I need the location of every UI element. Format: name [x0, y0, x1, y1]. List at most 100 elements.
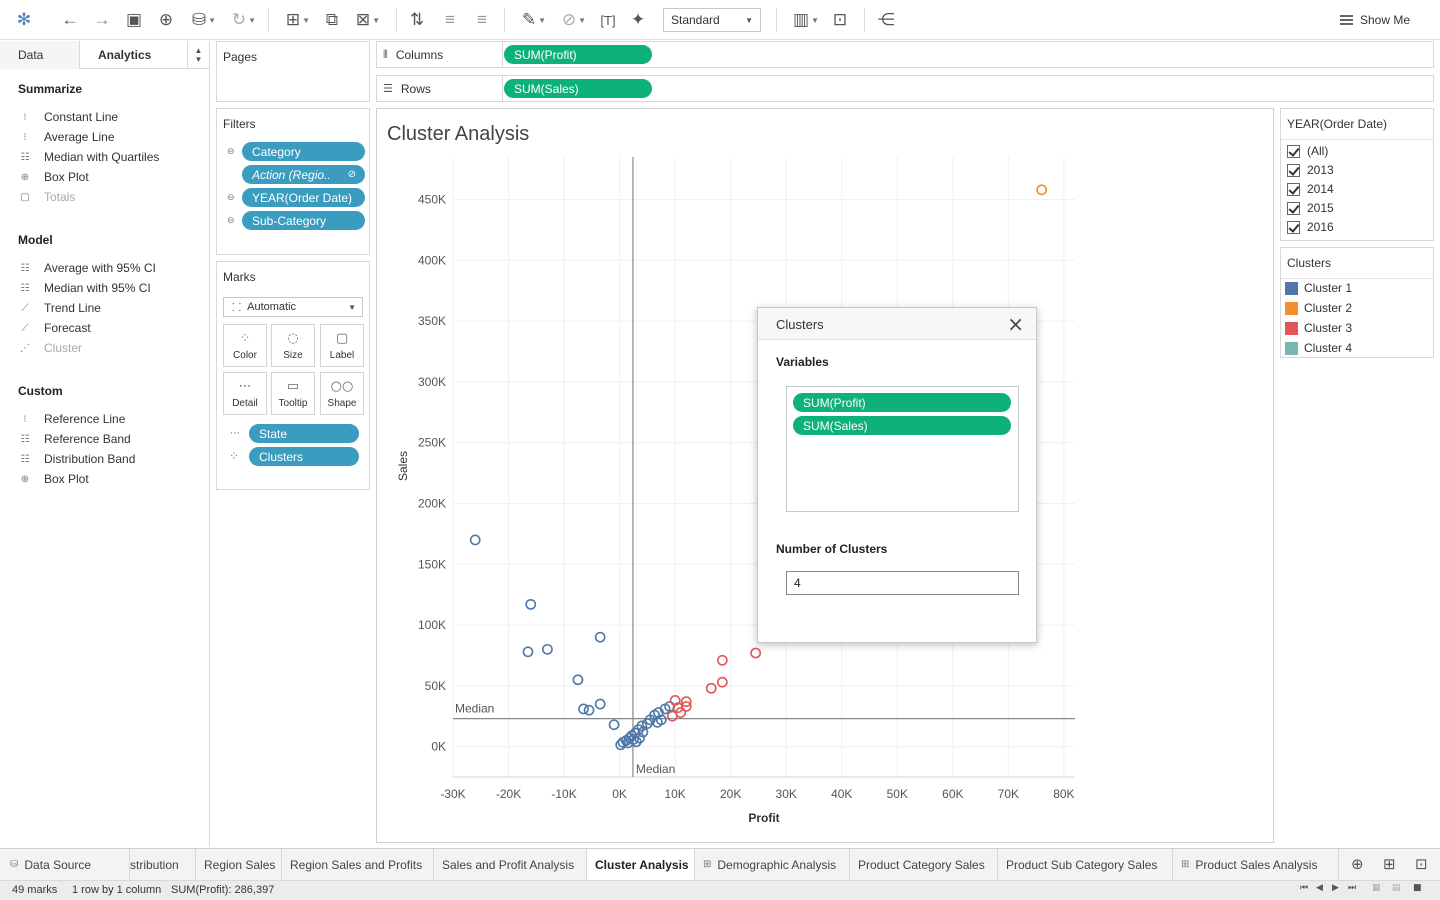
analytics-item[interactable]: ☷ Median with Quartiles — [18, 149, 160, 165]
analytics-item[interactable]: ⊕ Box Plot — [18, 169, 89, 185]
filter-pill-action[interactable]: Action (Regio.. ⊘ — [242, 165, 365, 184]
next-sheet-icon[interactable]: ▶ — [1332, 883, 1339, 893]
scatter-point[interactable] — [1036, 184, 1048, 196]
tooltip-button[interactable]: ▭ Tooltip — [271, 372, 315, 415]
share-icon[interactable]: ⋲ — [874, 8, 898, 32]
highlight-icon[interactable]: ✎ ▼ — [516, 8, 552, 32]
pause-updates-icon[interactable]: ⛁ ▼ — [186, 8, 222, 32]
analytics-item[interactable]: ⟋ Trend Line — [18, 300, 101, 316]
analytics-item[interactable]: ⁝ Reference Line — [18, 411, 125, 427]
new-dashboard-icon[interactable]: ⊞ — [1383, 855, 1396, 873]
scatter-point[interactable] — [522, 646, 534, 658]
shape-button[interactable]: ○○ Shape — [320, 372, 364, 415]
filmstrip-icon[interactable]: ▤ — [1392, 883, 1401, 893]
tableau-logo-icon[interactable]: ✻ — [12, 8, 36, 32]
variable-pill-profit[interactable]: SUM(Profit) — [793, 393, 1011, 412]
tab-demographic-analysis[interactable]: ⊞ Demographic Analysis — [695, 849, 850, 880]
analytics-item[interactable]: ⟋ Forecast — [18, 320, 91, 336]
analytics-item[interactable]: ⁝ Constant Line — [18, 109, 118, 125]
scatter-point[interactable] — [608, 719, 620, 731]
prev-sheet-icon[interactable]: ◀ — [1316, 883, 1323, 893]
pages-card[interactable]: Pages — [216, 41, 370, 102]
tab-region-sales[interactable]: Region Sales — [196, 849, 282, 880]
new-datasource-icon[interactable]: ⊕ — [154, 8, 178, 32]
detail-button[interactable]: ⋯ Detail — [223, 372, 267, 415]
group-icon[interactable]: ⊘ ▼ — [556, 8, 592, 32]
scatter-point[interactable] — [750, 647, 762, 659]
scatter-point[interactable] — [583, 704, 595, 716]
tab-region-sales-profits[interactable]: Region Sales and Profits — [282, 849, 434, 880]
new-worksheet-icon[interactable]: ⊕ — [1351, 855, 1364, 873]
tab-distribution[interactable]: stribution — [130, 849, 196, 880]
redo-icon[interactable]: → — [90, 8, 114, 32]
rows-shelf[interactable]: ☰ Rows SUM(Sales) — [376, 75, 1434, 102]
filter-pill-subcategory[interactable]: Sub-Category — [242, 211, 365, 230]
columns-shelf[interactable]: ⦀ Columns SUM(Profit) — [376, 41, 1434, 68]
year-checkbox-row[interactable]: (All) — [1287, 143, 1328, 159]
year-checkbox-row[interactable]: 2016 — [1287, 219, 1334, 235]
show-me-button[interactable]: Show Me — [1340, 10, 1410, 30]
analytics-item[interactable]: ⁝ Average Line — [18, 129, 114, 145]
scatter-point[interactable] — [594, 698, 606, 710]
analytics-item[interactable]: ☷ Distribution Band — [18, 451, 136, 467]
cluster-legend-item[interactable]: Cluster 3 — [1285, 320, 1352, 336]
filter-pill-year[interactable]: YEAR(Order Date) — [242, 188, 365, 207]
checkbox[interactable] — [1287, 201, 1300, 215]
year-checkbox-row[interactable]: 2015 — [1287, 200, 1334, 216]
analytics-item[interactable]: ☷ Reference Band — [18, 431, 131, 447]
tab-data-source[interactable]: ⛁ Data Source — [0, 849, 130, 880]
label-button[interactable]: ▢ Label — [320, 324, 364, 367]
sort-desc-icon[interactable]: ≡ — [470, 8, 494, 32]
mark-type-select[interactable]: ⸬ Automatic ▼ — [223, 297, 363, 317]
marks-pill-state[interactable]: State — [249, 424, 359, 443]
new-story-icon[interactable]: ⊡ — [1415, 855, 1428, 873]
checkbox[interactable] — [1287, 163, 1300, 177]
last-sheet-icon[interactable]: ⏭ — [1348, 883, 1356, 893]
checkbox[interactable] — [1287, 144, 1300, 158]
analytics-item[interactable]: ⊕ Box Plot — [18, 471, 89, 487]
filters-card[interactable]: Filters ⊖ Category Action (Regio.. ⊘ ⊖ YE… — [216, 108, 370, 255]
tab-sales-profit-analysis[interactable]: Sales and Profit Analysis — [434, 849, 587, 880]
year-checkbox-row[interactable]: 2014 — [1287, 181, 1334, 197]
new-worksheet-icon[interactable]: ⊞ ▼ — [280, 8, 316, 32]
color-button[interactable]: ⁘ Color — [223, 324, 267, 367]
marks-pill-clusters[interactable]: Clusters — [249, 447, 359, 466]
checkbox[interactable] — [1287, 220, 1300, 234]
scatter-point[interactable] — [572, 674, 584, 686]
checkbox[interactable] — [1287, 182, 1300, 196]
number-of-clusters-input[interactable] — [786, 571, 1019, 595]
clear-sheet-icon[interactable]: ⊠ ▼ — [350, 8, 386, 32]
duplicate-icon[interactable]: ⧉ — [320, 8, 344, 32]
tab-data[interactable]: Data — [0, 41, 80, 69]
analytics-item[interactable]: ☷ Average with 95% CI — [18, 260, 156, 276]
tabs-view-icon[interactable]: ■ — [1413, 883, 1422, 893]
scatter-point[interactable] — [705, 682, 717, 694]
tab-analytics[interactable]: Analytics — [80, 41, 190, 69]
tab-product-sales-analysis[interactable]: ⊞ Product Sales Analysis — [1173, 849, 1339, 880]
cluster-legend-item[interactable]: Cluster 2 — [1285, 300, 1352, 316]
pane-collapse-icon[interactable]: ▲ ▼ — [187, 41, 209, 69]
fit-icon[interactable]: ▥ ▼ — [788, 8, 824, 32]
scatter-point[interactable] — [594, 631, 606, 643]
variable-pill-sales[interactable]: SUM(Sales) — [793, 416, 1011, 435]
variables-box[interactable]: SUM(Profit) SUM(Sales) — [786, 386, 1019, 512]
sheet-sorter-icon[interactable]: ▦ — [1372, 883, 1381, 893]
cluster-legend-item[interactable]: Cluster 4 — [1285, 340, 1352, 356]
pin-icon[interactable]: ✦ — [626, 8, 650, 32]
label-icon[interactable]: [T] — [596, 8, 620, 32]
rows-pill-sales[interactable]: SUM(Sales) — [504, 79, 652, 98]
columns-pill-profit[interactable]: SUM(Profit) — [504, 45, 652, 64]
first-sheet-icon[interactable]: ⏮ — [1300, 883, 1308, 893]
year-checkbox-row[interactable]: 2013 — [1287, 162, 1334, 178]
filter-pill-category[interactable]: Category — [242, 142, 365, 161]
size-button[interactable]: ◌ Size — [271, 324, 315, 367]
scatter-point[interactable] — [542, 643, 553, 655]
scatter-point[interactable] — [716, 654, 728, 666]
presentation-icon[interactable]: ⊡ — [828, 8, 852, 32]
analytics-item[interactable]: ⋰ Cluster — [18, 340, 82, 356]
tab-cluster-analysis[interactable]: Cluster Analysis — [587, 849, 695, 880]
scatter-point[interactable] — [469, 534, 481, 546]
scatter-point[interactable] — [525, 598, 537, 610]
refresh-icon[interactable]: ↻ ▼ — [226, 8, 262, 32]
save-icon[interactable]: ▣ — [122, 8, 146, 32]
